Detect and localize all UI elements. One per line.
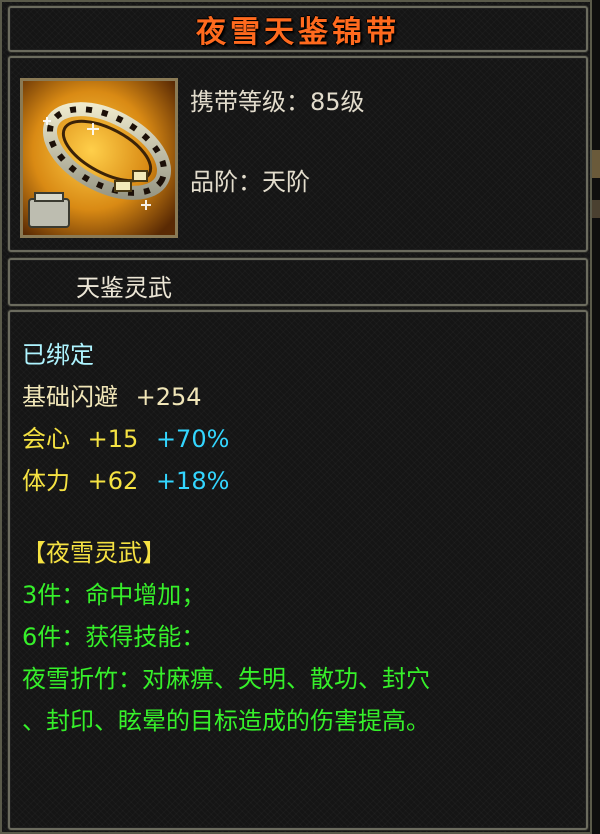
stat-stamina: 体力 +62 +18% xyxy=(22,460,430,502)
skill-description-line2: 、封印、眩晕的目标造成的伤害提高。 xyxy=(22,707,430,735)
stat-label: 会心 xyxy=(22,425,70,453)
stat-value: +254 xyxy=(135,383,202,411)
golden-belt-icon[interactable] xyxy=(20,78,178,238)
spacer xyxy=(22,502,430,532)
item-name: 夜雪天鉴锦带 xyxy=(196,15,400,50)
stat-crit: 会心 +15 +70% xyxy=(22,418,430,460)
skill-description-line1: 夜雪折竹：对麻痹、失明、散功、封穴 xyxy=(22,665,430,693)
stat-value: +62 xyxy=(87,467,139,495)
stat-base-dodge: 基础闪避 +254 xyxy=(22,376,430,418)
set-bonus-3: 3件：命中增加； xyxy=(22,581,206,609)
stat-label: 体力 xyxy=(22,467,70,495)
edge-decoration xyxy=(592,200,600,218)
item-tier: 品阶：天阶 xyxy=(190,168,310,196)
stat-value: +15 xyxy=(87,425,139,453)
stats-panel: 已绑定 基础闪避 +254 会心 +15 +70% 体力 +62 +18% 【夜… xyxy=(8,310,588,830)
set-bonus-6: 6件：获得技能： xyxy=(22,623,206,651)
edge-decoration xyxy=(592,150,600,178)
belt-artwork xyxy=(23,81,175,235)
stat-label: 基础闪避 xyxy=(22,383,118,411)
set-title-panel: 天鉴灵武 xyxy=(8,258,588,306)
set-bonus-name: 【夜雪灵武】 xyxy=(22,539,166,567)
bound-label: 已绑定 xyxy=(22,341,94,369)
stats-list: 已绑定 基础闪避 +254 会心 +15 +70% 体力 +62 +18% 【夜… xyxy=(22,334,430,742)
stat-percent: +18% xyxy=(155,467,230,495)
window-edge xyxy=(592,0,600,834)
bound-status: 已绑定 xyxy=(22,334,430,376)
item-info-panel: 携带等级：85级 品阶：天阶 xyxy=(8,56,588,252)
title-bar: 夜雪天鉴锦带 xyxy=(8,6,588,52)
required-level: 携带等级：85级 xyxy=(190,88,365,116)
stat-percent: +70% xyxy=(155,425,230,453)
item-tooltip: 夜雪天鉴锦带 携带等级：85级 品阶：天阶 天鉴灵武 已绑定 基础闪避 +254… xyxy=(0,0,592,834)
set-title: 天鉴灵武 xyxy=(76,274,172,302)
